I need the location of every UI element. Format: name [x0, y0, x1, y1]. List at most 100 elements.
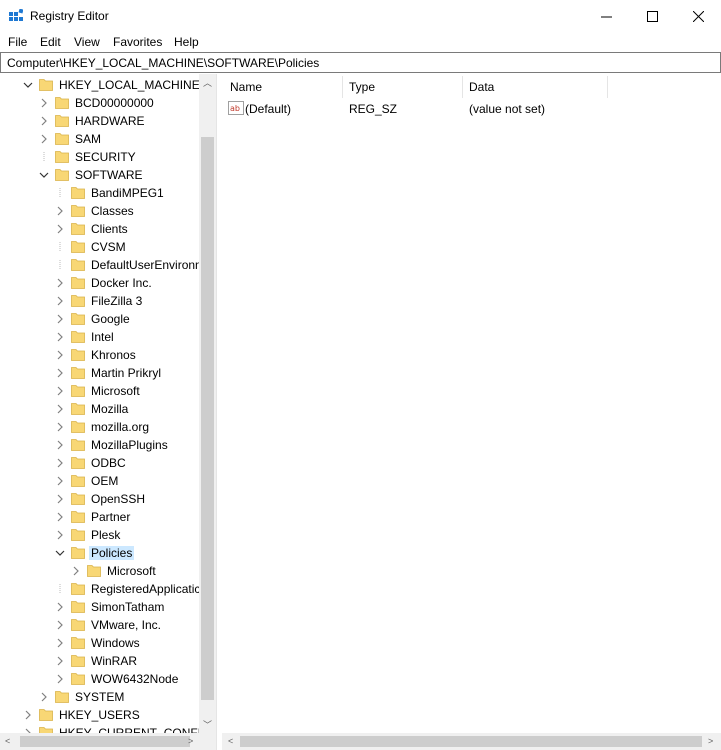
- tree-node[interactable]: Plesk: [0, 526, 200, 544]
- chevron-right-icon[interactable]: [55, 206, 65, 216]
- value-row[interactable]: ab (Default) REG_SZ (value not set): [222, 99, 721, 117]
- tree-node[interactable]: Docker Inc.: [0, 274, 200, 292]
- tree-horizontal-scrollbar[interactable]: < >: [0, 733, 199, 750]
- tree-node[interactable]: ODBC: [0, 454, 200, 472]
- chevron-right-icon[interactable]: [39, 692, 49, 702]
- tree-node[interactable]: OEM: [0, 472, 200, 490]
- tree-node[interactable]: mozilla.org: [0, 418, 200, 436]
- tree-hscroll-thumb[interactable]: [20, 736, 190, 747]
- tree-node[interactable]: WOW6432Node: [0, 670, 200, 688]
- tree-node[interactable]: DefaultUserEnvironn: [0, 256, 202, 274]
- chevron-right-icon[interactable]: [55, 656, 65, 666]
- tree-node[interactable]: FileZilla 3: [0, 292, 200, 310]
- tree-node[interactable]: SOFTWARE: [0, 166, 200, 184]
- tree-node[interactable]: BandiMPEG1: [0, 184, 200, 202]
- tree-node[interactable]: Khronos: [0, 346, 200, 364]
- menu-help[interactable]: Help: [174, 35, 199, 49]
- chevron-right-icon[interactable]: [39, 98, 49, 108]
- address-bar[interactable]: Computer\HKEY_LOCAL_MACHINE\SOFTWARE\Pol…: [0, 52, 721, 73]
- tree-node[interactable]: VMware, Inc.: [0, 616, 200, 634]
- chevron-right-icon[interactable]: [55, 440, 65, 450]
- chevron-right-icon[interactable]: [55, 404, 65, 414]
- menu-favorites[interactable]: Favorites: [113, 35, 162, 49]
- chevron-right-icon[interactable]: [55, 422, 65, 432]
- column-data[interactable]: Data: [469, 80, 494, 94]
- column-divider[interactable]: [342, 76, 343, 98]
- tree-node[interactable]: Microsoft: [0, 382, 200, 400]
- tree-node[interactable]: Classes: [0, 202, 200, 220]
- chevron-right-icon[interactable]: [55, 368, 65, 378]
- tree-vertical-scrollbar[interactable]: ︿ ﹀: [199, 74, 216, 733]
- chevron-right-icon[interactable]: [55, 332, 65, 342]
- tree-node[interactable]: BCD00000000: [0, 94, 200, 112]
- tree-node[interactable]: RegisteredApplicatic: [0, 580, 200, 598]
- tree-node[interactable]: Intel: [0, 328, 200, 346]
- tree-node[interactable]: HKEY_LOCAL_MACHINE: [0, 76, 200, 94]
- values-hscroll-thumb[interactable]: [240, 736, 702, 747]
- close-button[interactable]: [675, 0, 721, 32]
- menu-file[interactable]: File: [8, 35, 27, 49]
- value-data: (value not set): [469, 102, 546, 116]
- pane-splitter[interactable]: [216, 74, 221, 750]
- tree-node[interactable]: Mozilla: [0, 400, 200, 418]
- tree-node[interactable]: Google: [0, 310, 200, 328]
- folder-icon: [55, 151, 69, 163]
- scroll-left-icon[interactable]: <: [228, 736, 233, 746]
- tree-node[interactable]: SYSTEM: [0, 688, 200, 706]
- chevron-right-icon[interactable]: [71, 566, 81, 576]
- tree-node[interactable]: SimonTatham: [0, 598, 200, 616]
- chevron-right-icon[interactable]: [55, 620, 65, 630]
- column-type[interactable]: Type: [349, 80, 375, 94]
- column-name[interactable]: Name: [230, 80, 262, 94]
- minimize-button[interactable]: [583, 0, 629, 32]
- tree-node[interactable]: SAM: [0, 130, 200, 148]
- chevron-right-icon[interactable]: [39, 134, 49, 144]
- chevron-right-icon[interactable]: [55, 278, 65, 288]
- address-path[interactable]: Computer\HKEY_LOCAL_MACHINE\SOFTWARE\Pol…: [7, 56, 319, 70]
- tree-node[interactable]: SECURITY: [0, 148, 200, 166]
- chevron-right-icon[interactable]: [55, 314, 65, 324]
- tree-scroll-thumb[interactable]: [201, 137, 214, 700]
- scroll-right-icon[interactable]: >: [188, 736, 193, 746]
- column-divider[interactable]: [462, 76, 463, 98]
- scroll-down-icon[interactable]: ﹀: [203, 718, 212, 731]
- column-divider[interactable]: [607, 76, 608, 98]
- scroll-right-icon[interactable]: >: [708, 736, 713, 746]
- tree-node[interactable]: Clients: [0, 220, 200, 238]
- chevron-down-icon[interactable]: [55, 548, 65, 558]
- tree-node[interactable]: CVSM: [0, 238, 200, 256]
- tree-node[interactable]: HARDWARE: [0, 112, 200, 130]
- menu-view[interactable]: View: [74, 35, 100, 49]
- chevron-right-icon[interactable]: [55, 350, 65, 360]
- chevron-down-icon[interactable]: [39, 170, 49, 180]
- tree-node[interactable]: Windows: [0, 634, 200, 652]
- maximize-button[interactable]: [629, 0, 675, 32]
- chevron-right-icon[interactable]: [55, 386, 65, 396]
- tree-node[interactable]: WinRAR: [0, 652, 200, 670]
- chevron-right-icon[interactable]: [55, 530, 65, 540]
- chevron-right-icon[interactable]: [55, 458, 65, 468]
- chevron-right-icon[interactable]: [55, 638, 65, 648]
- scroll-left-icon[interactable]: <: [5, 736, 10, 746]
- chevron-right-icon[interactable]: [55, 602, 65, 612]
- chevron-right-icon[interactable]: [55, 512, 65, 522]
- chevron-right-icon[interactable]: [55, 494, 65, 504]
- scroll-up-icon[interactable]: ︿: [203, 76, 212, 89]
- tree-node[interactable]: OpenSSH: [0, 490, 200, 508]
- chevron-right-icon[interactable]: [55, 476, 65, 486]
- tree-node[interactable]: Martin Prikryl: [0, 364, 200, 382]
- values-horizontal-scrollbar[interactable]: < >: [222, 733, 721, 750]
- tree-node[interactable]: Microsoft: [0, 562, 200, 580]
- tree-node[interactable]: Partner: [0, 508, 200, 526]
- tree-node[interactable]: Policies: [0, 544, 200, 562]
- tree-node[interactable]: HKEY_USERS: [0, 706, 200, 724]
- chevron-right-icon[interactable]: [55, 674, 65, 684]
- tree-node[interactable]: MozillaPlugins: [0, 436, 200, 454]
- chevron-right-icon[interactable]: [23, 710, 33, 720]
- tree-connector-icon: [59, 188, 61, 198]
- chevron-down-icon[interactable]: [23, 80, 33, 90]
- chevron-right-icon[interactable]: [39, 116, 49, 126]
- menu-edit[interactable]: Edit: [40, 35, 61, 49]
- chevron-right-icon[interactable]: [55, 296, 65, 306]
- chevron-right-icon[interactable]: [55, 224, 65, 234]
